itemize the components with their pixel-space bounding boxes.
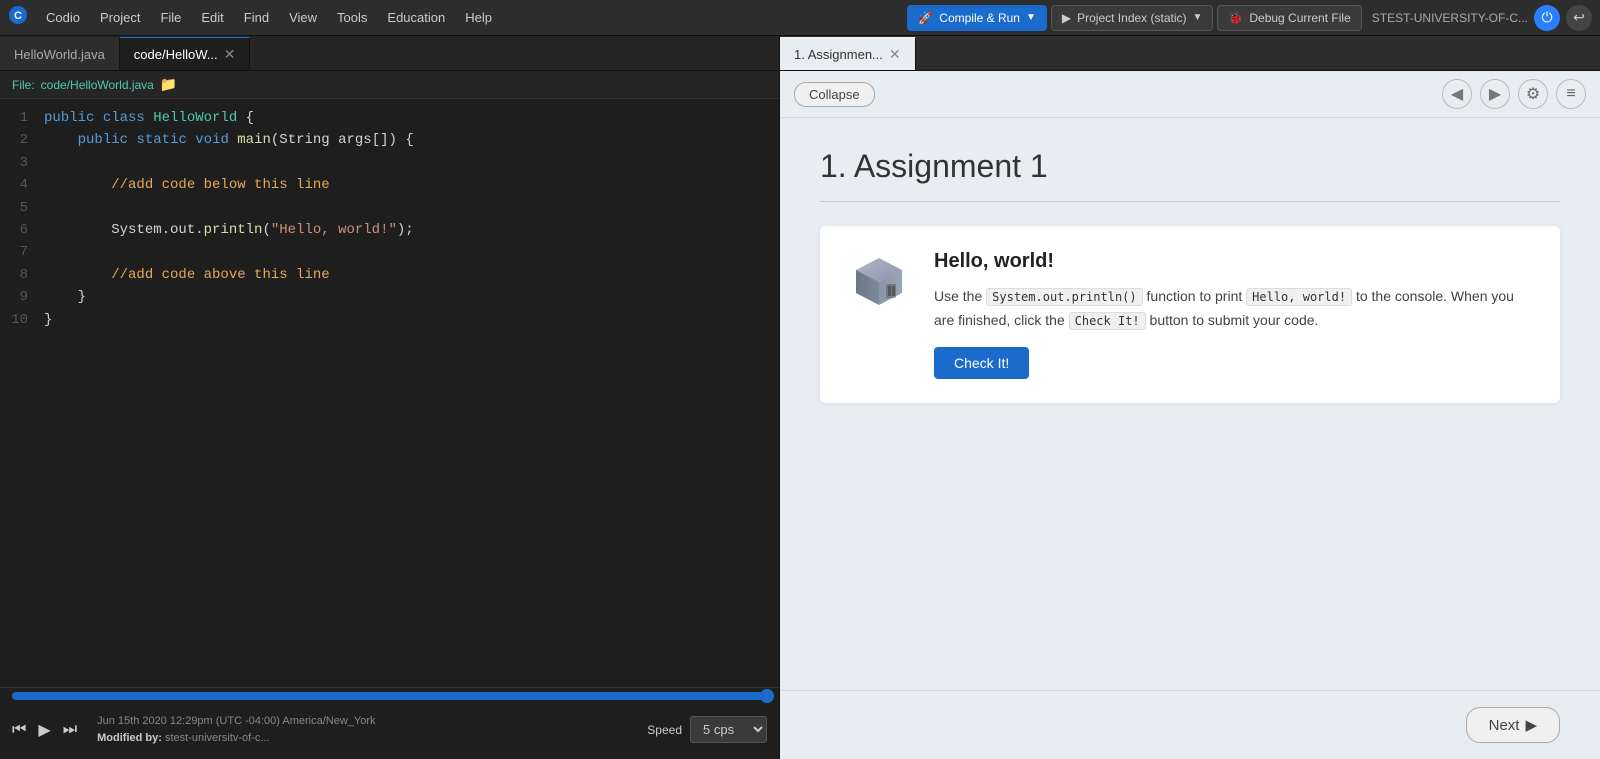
tab-assignment[interactable]: 1. Assignmen... ✕ [780,37,916,70]
menu-project[interactable]: Project [92,6,148,29]
tab-helloworld-java[interactable]: HelloWorld.java [0,37,120,70]
svg-text:C: C [14,10,22,22]
user-controls: STEST-UNIVERSITY-OF-C... ⏻ ↩ [1372,5,1592,31]
assignment-content: 1. Assignment 1 [780,118,1600,690]
menu-codio[interactable]: Codio [38,6,88,29]
play-pause-button[interactable]: ▶ [38,720,50,740]
assignment-pane: Collapse ◀ ▶ ⚙ ≡ 1. Assignment 1 [780,71,1600,759]
file-info-bar: File: code/HelloWorld.java 📁 [0,71,779,99]
collapse-button[interactable]: Collapse [794,82,875,107]
nav-forward-button[interactable]: ▶ [1480,79,1510,109]
modified-by-display: Modified by: stest-universitv-of-c... [97,730,375,747]
next-button[interactable]: Next ▶ [1466,707,1560,743]
bottom-info: ⏮ ▶ ⏭ Jun 15th 2020 12:29pm (UTC -04:00)… [0,700,779,759]
main-content: File: code/HelloWorld.java 📁 12345 67891… [0,71,1600,759]
more-menu-button[interactable]: ≡ [1556,79,1586,109]
assignment-footer: Next ▶ [780,690,1600,759]
debug-icon: 🐞 [1228,11,1243,25]
meta-info: Jun 15th 2020 12:29pm (UTC -04:00) Ameri… [97,713,375,746]
next-label: Next [1489,717,1520,734]
playback-controls: ⏮ ▶ ⏭ [12,720,77,740]
card-icon [844,250,914,379]
progress-track [12,692,767,700]
bottom-bar: ⏮ ▶ ⏭ Jun 15th 2020 12:29pm (UTC -04:00)… [0,687,779,759]
card-description: Use the System.out.println() function to… [934,285,1536,333]
play-icon: 🚀 [918,11,933,25]
assignment-nav-controls: ◀ ▶ ⚙ ≡ [1442,79,1586,109]
line-numbers: 12345 678910 [0,99,36,687]
menu-file[interactable]: File [152,6,189,29]
project-index-button[interactable]: ▶ Project Index (static) ▼ [1051,5,1214,31]
isometric-box-icon [844,250,914,320]
compile-dropdown-arrow: ▼ [1026,12,1036,23]
speed-label: Speed [647,723,682,737]
logout-button[interactable]: ↩ [1566,5,1592,31]
menu-education[interactable]: Education [379,6,453,29]
editor-pane: File: code/HelloWorld.java 📁 12345 67891… [0,71,780,759]
check-it-button[interactable]: Check It! [934,347,1029,379]
username-display: STEST-UNIVERSITY-OF-C... [1372,11,1528,25]
menu-help[interactable]: Help [457,6,500,29]
project-index-dropdown-arrow: ▼ [1193,12,1203,23]
code-text[interactable]: public class HelloWorld { public static … [36,99,779,687]
code-snippet-1: System.out.println() [986,288,1143,306]
assignment-toolbar: Collapse ◀ ▶ ⚙ ≡ [780,71,1600,118]
next-icon: ▶ [1525,716,1537,734]
menu-view[interactable]: View [281,6,325,29]
assignment-tab-close-icon[interactable]: ✕ [889,47,901,61]
progress-bar-container[interactable] [0,688,779,700]
code-snippet-3: Check It! [1069,312,1146,330]
speed-section: Speed 1 cps 2 cps 5 cps 10 cps 20 cps [647,716,767,743]
menu-tools[interactable]: Tools [329,6,375,29]
nav-back-button[interactable]: ◀ [1442,79,1472,109]
debug-button[interactable]: 🐞 Debug Current File [1217,5,1361,31]
progress-thumb [760,689,774,703]
speed-select[interactable]: 1 cps 2 cps 5 cps 10 cps 20 cps [690,716,767,743]
assignment-title: 1. Assignment 1 [820,148,1560,202]
project-index-icon: ▶ [1062,11,1071,25]
compile-run-button[interactable]: 🚀 Compile & Run ▼ [907,5,1047,31]
tab-code-helloworld[interactable]: code/HelloW... ✕ [120,37,251,70]
assignment-card: Hello, world! Use the System.out.println… [820,226,1560,403]
datetime-display: Jun 15th 2020 12:29pm (UTC -04:00) Ameri… [97,713,375,730]
menu-find[interactable]: Find [236,6,277,29]
tab-label: 1. Assignmen... [794,47,883,62]
skip-back-button[interactable]: ⏮ [12,721,26,739]
menu-edit[interactable]: Edit [193,6,231,29]
card-body: Hello, world! Use the System.out.println… [934,250,1536,379]
settings-button[interactable]: ⚙ [1518,79,1548,109]
progress-fill [12,692,767,700]
power-button[interactable]: ⏻ [1534,5,1560,31]
code-snippet-2: Hello, world! [1246,288,1352,306]
folder-icon: 📁 [160,76,177,93]
skip-forward-button[interactable]: ⏭ [63,721,77,739]
tab-close-icon[interactable]: ✕ [224,47,236,61]
menubar: C Codio Project File Edit Find View Tool… [0,0,1600,36]
tab-label: HelloWorld.java [14,47,105,62]
tab-label: code/HelloW... [134,47,218,62]
file-path: code/HelloWorld.java [41,78,154,92]
app-logo: C [8,5,28,30]
file-label: File: [12,78,35,92]
code-editor[interactable]: 12345 678910 public class HelloWorld { p… [0,99,779,687]
card-heading: Hello, world! [934,250,1536,273]
